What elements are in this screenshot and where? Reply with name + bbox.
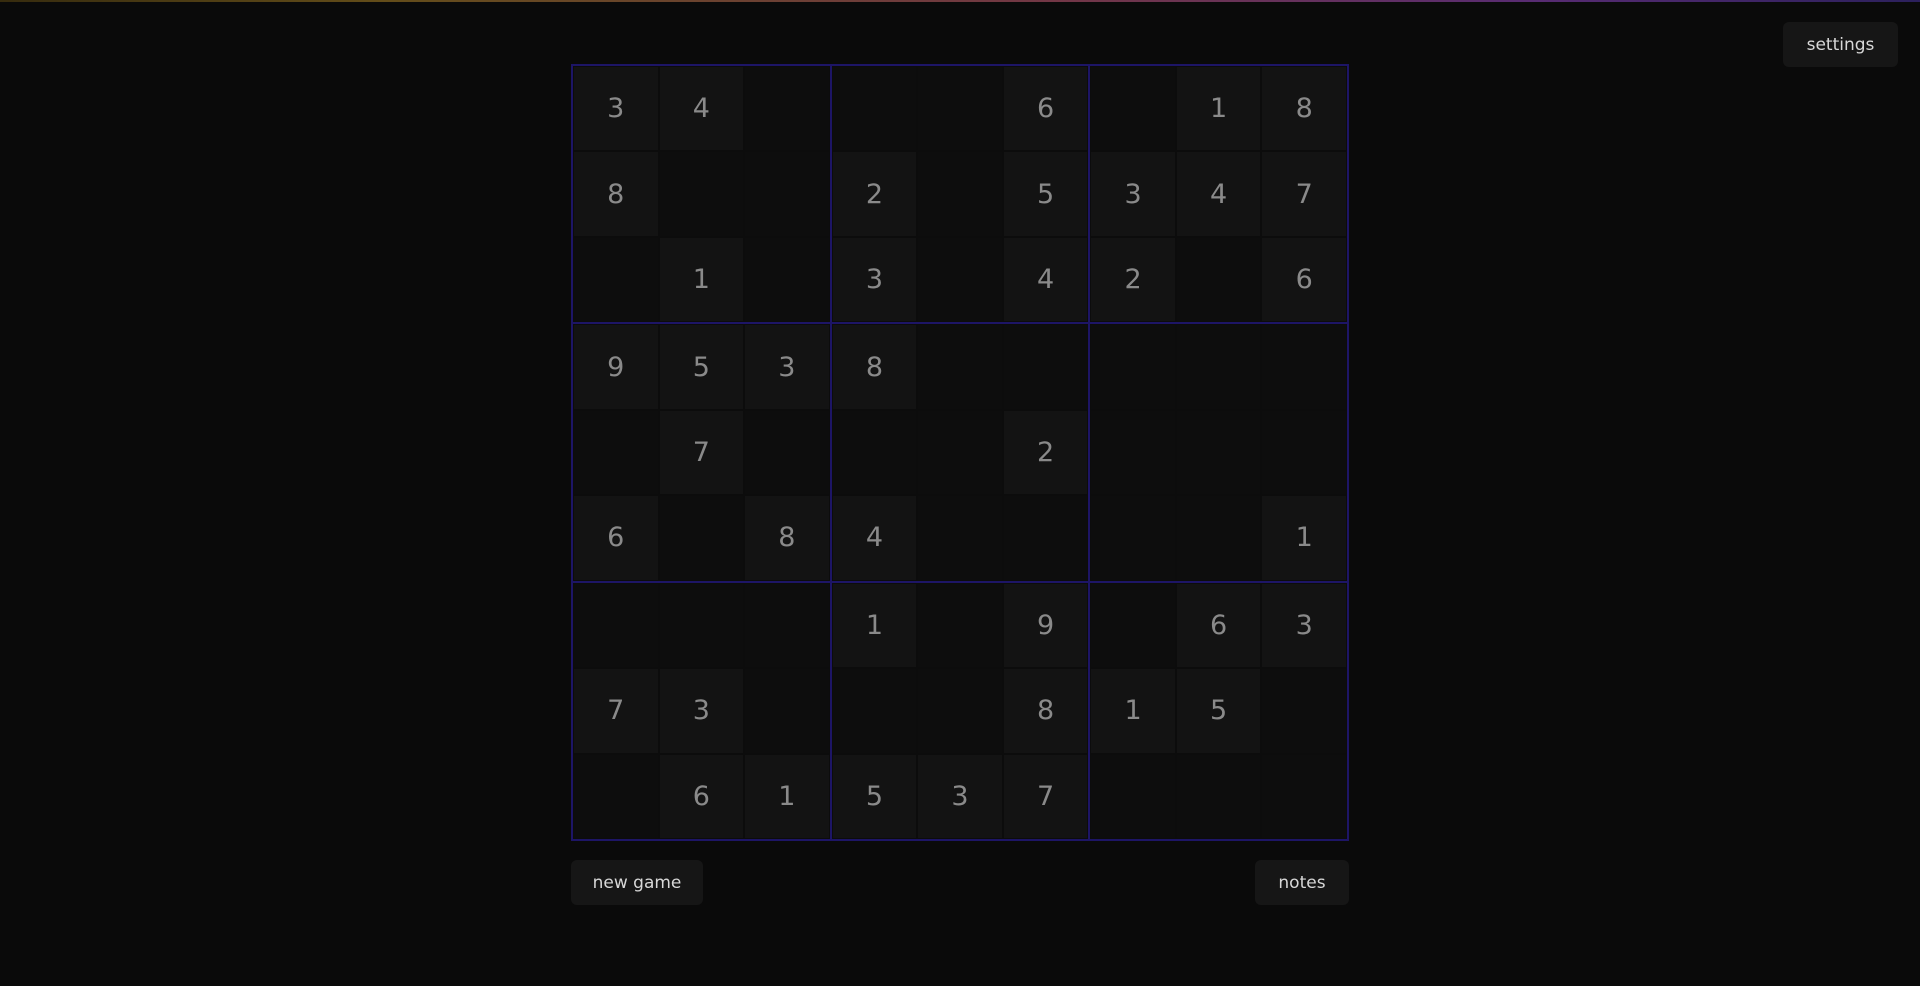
sudoku-cell[interactable] bbox=[1261, 753, 1347, 839]
sudoku-cell[interactable] bbox=[744, 66, 830, 152]
sudoku-cell[interactable] bbox=[917, 324, 1003, 410]
sudoku-cell[interactable] bbox=[917, 668, 1003, 754]
settings-button[interactable]: settings bbox=[1783, 22, 1898, 67]
sudoku-cell[interactable]: 1 bbox=[1175, 66, 1262, 152]
sudoku-box: 1834726 bbox=[1089, 65, 1348, 324]
sudoku-cell[interactable]: 7 bbox=[1002, 753, 1089, 839]
sudoku-cell[interactable] bbox=[1175, 324, 1262, 410]
sudoku-cell[interactable]: 3 bbox=[658, 668, 745, 754]
sudoku-cell[interactable]: 3 bbox=[1090, 151, 1176, 237]
sudoku-cell[interactable] bbox=[573, 582, 659, 669]
sudoku-cell[interactable]: 3 bbox=[831, 236, 918, 323]
sudoku-cell[interactable]: 1 bbox=[744, 753, 830, 839]
sudoku-cell[interactable]: 2 bbox=[831, 151, 918, 237]
sudoku-cell[interactable] bbox=[917, 582, 1003, 669]
sudoku-cell[interactable] bbox=[658, 582, 745, 669]
sudoku-cell[interactable]: 3 bbox=[573, 66, 659, 152]
sudoku-cell[interactable]: 3 bbox=[744, 324, 830, 410]
sudoku-cell[interactable] bbox=[658, 495, 745, 581]
sudoku-cell[interactable] bbox=[1175, 753, 1262, 839]
sudoku-cell[interactable] bbox=[1261, 324, 1347, 410]
sudoku-cell[interactable]: 4 bbox=[831, 495, 918, 581]
sudoku-cell[interactable] bbox=[744, 236, 830, 323]
sudoku-box: 824 bbox=[830, 323, 1090, 582]
sudoku-cell[interactable]: 1 bbox=[658, 236, 745, 323]
sudoku-cell[interactable] bbox=[917, 66, 1003, 152]
sudoku-cell[interactable]: 2 bbox=[1090, 236, 1176, 323]
sudoku-box: 953768 bbox=[572, 323, 831, 582]
sudoku-cell[interactable]: 8 bbox=[744, 495, 830, 581]
sudoku-cell[interactable]: 6 bbox=[1002, 66, 1089, 152]
sudoku-box: 7361 bbox=[572, 581, 831, 840]
sudoku-cell[interactable]: 1 bbox=[1090, 668, 1176, 754]
sudoku-cell[interactable] bbox=[1090, 66, 1176, 152]
sudoku-cell[interactable]: 3 bbox=[1261, 582, 1347, 669]
sudoku-cell[interactable]: 6 bbox=[1261, 236, 1347, 323]
sudoku-box: 3481 bbox=[572, 65, 831, 324]
sudoku-cell[interactable]: 5 bbox=[1175, 668, 1262, 754]
sudoku-cell[interactable]: 6 bbox=[658, 753, 745, 839]
sudoku-cell[interactable] bbox=[831, 66, 918, 152]
sudoku-cell[interactable] bbox=[1090, 582, 1176, 669]
sudoku-cell[interactable]: 9 bbox=[573, 324, 659, 410]
sudoku-cell[interactable] bbox=[573, 236, 659, 323]
sudoku-cell[interactable] bbox=[831, 409, 918, 496]
sudoku-cell[interactable]: 3 bbox=[917, 753, 1003, 839]
sudoku-cell[interactable] bbox=[744, 582, 830, 669]
sudoku-cell[interactable]: 8 bbox=[831, 324, 918, 410]
sudoku-cell[interactable] bbox=[1175, 495, 1262, 581]
sudoku-cell[interactable] bbox=[1090, 409, 1176, 496]
top-accent-bar bbox=[0, 0, 1920, 2]
sudoku-cell[interactable] bbox=[573, 753, 659, 839]
sudoku-cell[interactable] bbox=[1090, 324, 1176, 410]
sudoku-cell[interactable]: 1 bbox=[831, 582, 918, 669]
sudoku-cell[interactable] bbox=[744, 151, 830, 237]
sudoku-cell[interactable]: 8 bbox=[1261, 66, 1347, 152]
sudoku-cell[interactable] bbox=[831, 668, 918, 754]
sudoku-cell[interactable]: 8 bbox=[1002, 668, 1089, 754]
sudoku-cell[interactable]: 9 bbox=[1002, 582, 1089, 669]
sudoku-box: 62534 bbox=[830, 65, 1090, 324]
sudoku-cell[interactable]: 7 bbox=[1261, 151, 1347, 237]
sudoku-cell[interactable]: 4 bbox=[1002, 236, 1089, 323]
sudoku-cell[interactable] bbox=[1261, 668, 1347, 754]
sudoku-box: 1 bbox=[1089, 323, 1348, 582]
sudoku-cell[interactable]: 1 bbox=[1261, 495, 1347, 581]
sudoku-cell[interactable]: 4 bbox=[658, 66, 745, 152]
sudoku-cell[interactable] bbox=[573, 409, 659, 496]
sudoku-box: 6315 bbox=[1089, 581, 1348, 840]
sudoku-cell[interactable]: 6 bbox=[1175, 582, 1262, 669]
sudoku-cell[interactable]: 7 bbox=[573, 668, 659, 754]
sudoku-cell[interactable]: 4 bbox=[1175, 151, 1262, 237]
sudoku-cell[interactable] bbox=[917, 151, 1003, 237]
sudoku-cell[interactable] bbox=[1261, 409, 1347, 496]
sudoku-cell[interactable] bbox=[917, 409, 1003, 496]
sudoku-cell[interactable]: 5 bbox=[1002, 151, 1089, 237]
sudoku-cell[interactable]: 8 bbox=[573, 151, 659, 237]
sudoku-box: 198537 bbox=[830, 581, 1090, 840]
sudoku-cell[interactable] bbox=[917, 495, 1003, 581]
sudoku-cell[interactable] bbox=[658, 151, 745, 237]
sudoku-cell[interactable] bbox=[744, 668, 830, 754]
sudoku-cell[interactable] bbox=[917, 236, 1003, 323]
sudoku-cell[interactable] bbox=[1175, 236, 1262, 323]
sudoku-cell[interactable] bbox=[1002, 495, 1089, 581]
sudoku-cell[interactable] bbox=[1175, 409, 1262, 496]
sudoku-cell[interactable] bbox=[1090, 495, 1176, 581]
sudoku-cell[interactable]: 5 bbox=[658, 324, 745, 410]
sudoku-cell[interactable]: 7 bbox=[658, 409, 745, 496]
sudoku-board: 3481625341834726953768824173611985376315 bbox=[571, 64, 1349, 841]
notes-button[interactable]: notes bbox=[1255, 860, 1349, 905]
sudoku-cell[interactable] bbox=[1002, 324, 1089, 410]
sudoku-cell[interactable]: 5 bbox=[831, 753, 918, 839]
sudoku-cell[interactable]: 6 bbox=[573, 495, 659, 581]
new-game-button[interactable]: new game bbox=[571, 860, 703, 905]
sudoku-cell[interactable] bbox=[744, 409, 830, 496]
sudoku-cell[interactable] bbox=[1090, 753, 1176, 839]
sudoku-cell[interactable]: 2 bbox=[1002, 409, 1089, 496]
